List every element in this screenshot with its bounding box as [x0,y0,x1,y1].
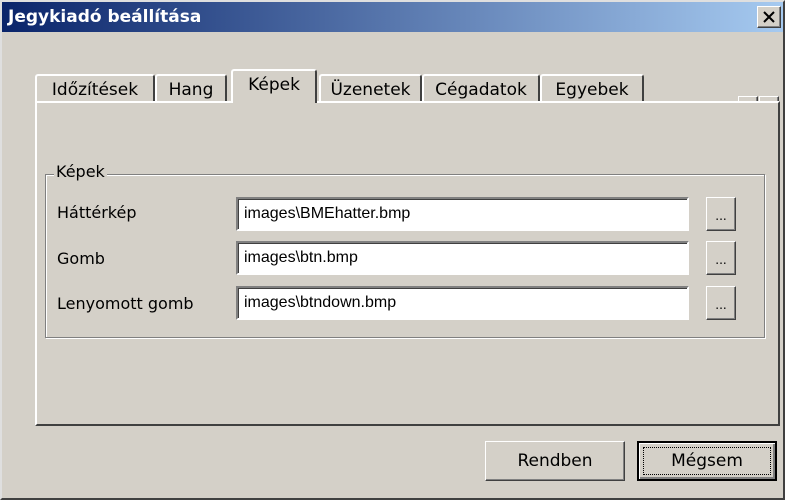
pressed-button-image-input[interactable]: images\btndown.bmp [236,286,689,320]
pressed-button-image-browse-button[interactable]: ... [706,286,736,320]
tab-idozitesek[interactable]: Időzítések [35,74,155,104]
cancel-button-label: Mégsem [643,447,771,475]
window-title: Jegykiadó beállítása [8,7,202,27]
tab-hang[interactable]: Hang [155,74,227,104]
group-title: Képek [54,162,107,181]
button-image-browse-button[interactable]: ... [706,241,736,275]
dialog-window: Jegykiadó beállítása Időzítések Hang Kép… [0,0,785,500]
ok-button[interactable]: Rendben [485,441,625,481]
tab-label: Egyebek [555,80,629,100]
background-image-browse-button[interactable]: ... [706,197,736,231]
pressed-button-image-label: Lenyomott gomb [57,294,194,313]
background-image-label: Háttérkép [57,203,137,222]
tab-label: Cégadatok [435,80,527,100]
tab-label: Időzítések [51,80,139,100]
tab-uzenetek[interactable]: Üzenetek [319,74,422,104]
title-bar[interactable]: Jegykiadó beállítása [2,2,783,32]
tab-kepek[interactable]: Képek [231,69,317,103]
close-icon [763,11,775,23]
background-image-input[interactable]: images\BMEhatter.bmp [236,197,689,231]
tab-label: Üzenetek [330,80,411,100]
button-image-input[interactable]: images\btn.bmp [236,241,689,275]
tab-cegadatok[interactable]: Cégadatok [422,74,540,104]
tab-label: Hang [168,80,214,100]
cancel-button[interactable]: Mégsem [637,441,777,481]
button-image-label: Gomb [57,249,105,268]
tab-egyebek[interactable]: Egyebek [540,74,644,104]
close-button[interactable] [757,6,781,28]
tab-label: Képek [248,75,300,95]
